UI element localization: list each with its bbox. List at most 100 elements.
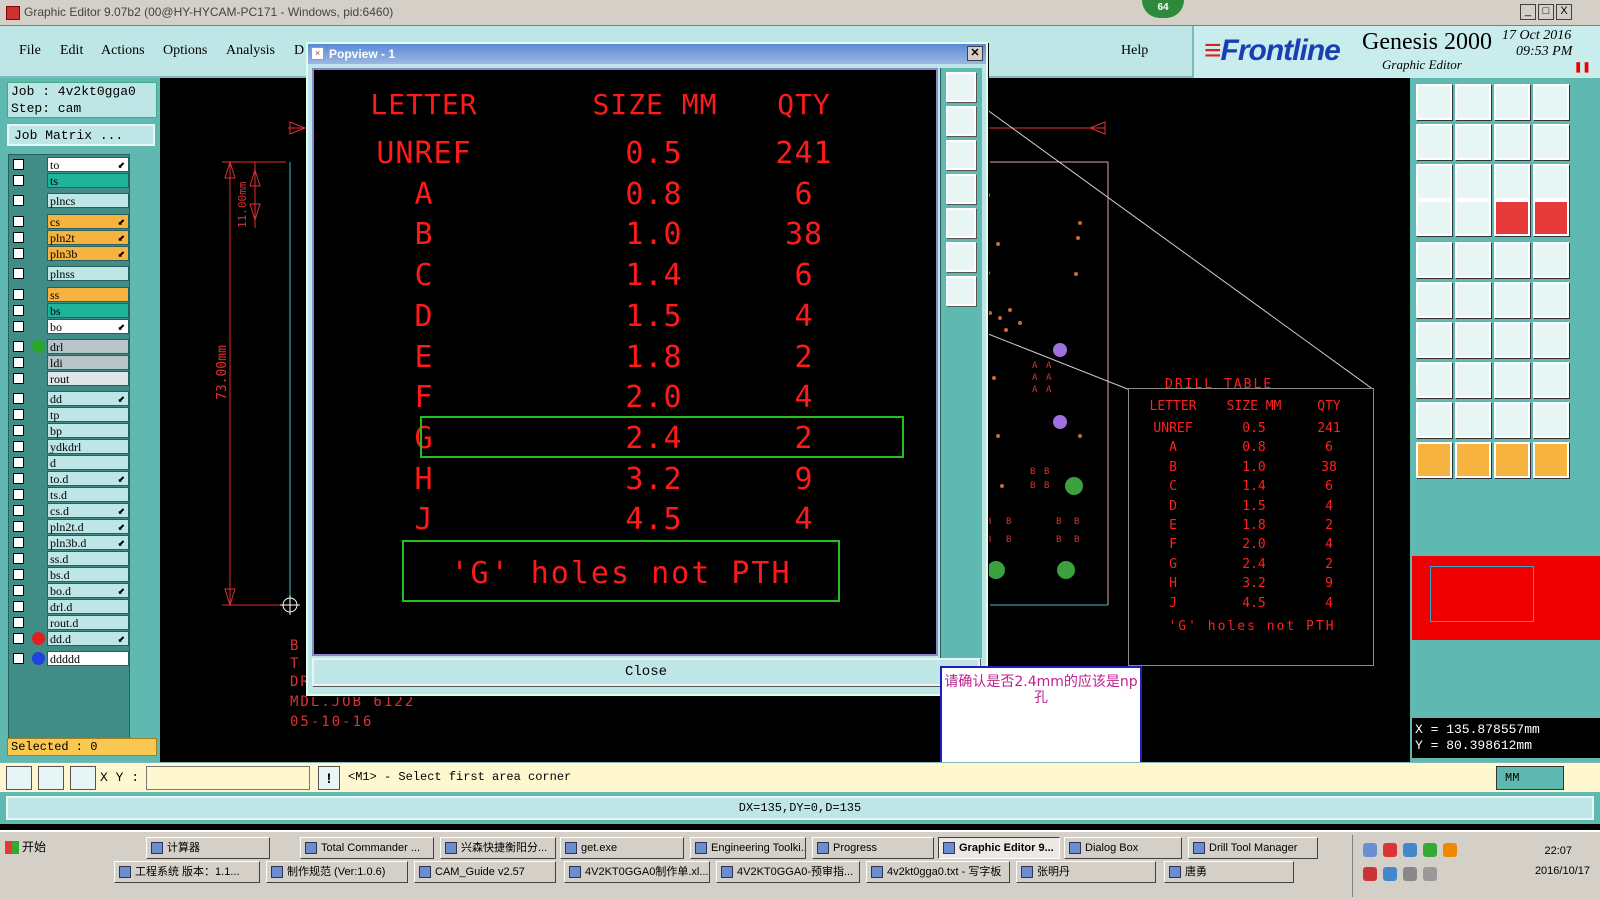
layer-row[interactable]: cs ⬋ xyxy=(11,214,129,229)
popview-up-icon[interactable] xyxy=(946,106,976,136)
layer-row[interactable]: pln3b ⬋ xyxy=(11,246,129,261)
layer-name[interactable]: plnss xyxy=(47,266,129,281)
move-icon[interactable] xyxy=(1494,282,1530,318)
layer-checkbox[interactable] xyxy=(13,357,24,368)
layer-checkbox[interactable] xyxy=(13,489,24,500)
layer-checkbox[interactable] xyxy=(13,393,24,404)
layer-checkbox[interactable] xyxy=(13,159,24,170)
layer-row[interactable]: bo ⬋ xyxy=(11,319,129,334)
ruler-icon[interactable] xyxy=(1494,242,1530,278)
layer-checkbox[interactable] xyxy=(13,601,24,612)
layer-name[interactable]: dd.d ⬋ xyxy=(47,631,129,646)
popview-close-button[interactable]: Close xyxy=(312,658,980,686)
layer-name[interactable]: to.d ⬋ xyxy=(47,471,129,486)
layer-name[interactable]: pln2t.d ⬋ xyxy=(47,519,129,534)
layer-checkbox[interactable] xyxy=(13,653,24,664)
layer-row[interactable]: ss xyxy=(11,287,129,302)
popview-zoom-icon[interactable] xyxy=(946,276,976,306)
layer-checkbox[interactable] xyxy=(13,216,24,227)
layer-checkbox[interactable] xyxy=(13,457,24,468)
center-icon[interactable] xyxy=(1455,164,1491,200)
layer-row[interactable]: bs.d xyxy=(11,567,129,582)
record-icon[interactable] xyxy=(1416,242,1452,278)
layer-name[interactable]: ts.d xyxy=(47,487,129,502)
maximize-button[interactable]: □ xyxy=(1538,4,1554,20)
tray-date[interactable]: 2016/10/17 xyxy=(1535,865,1590,877)
menu-analysis[interactable]: Analysis xyxy=(226,43,275,59)
taskbar-button[interactable]: 兴森快捷衡阳分... xyxy=(440,837,556,859)
layer-row[interactable]: bp xyxy=(11,423,129,438)
taskbar-button[interactable]: 4V2KT0GGA0制作单.xl... xyxy=(564,861,710,883)
menu-d[interactable]: D xyxy=(294,43,304,59)
layer-name[interactable]: ts xyxy=(47,173,129,188)
layer-row[interactable]: drl.d xyxy=(11,599,129,614)
layer-row[interactable]: to.d ⬋ xyxy=(11,471,129,486)
net-icon[interactable] xyxy=(1494,200,1530,236)
snap-cross-icon[interactable] xyxy=(1455,282,1491,318)
popview-down-icon[interactable] xyxy=(946,140,976,170)
link-icon[interactable] xyxy=(1416,200,1452,236)
layer-name[interactable]: dd ⬋ xyxy=(47,391,129,406)
popview-zoom-fit-icon[interactable] xyxy=(946,242,976,272)
job-matrix-button[interactable]: Job Matrix ... xyxy=(7,124,155,146)
layer-name[interactable]: ss.d xyxy=(47,551,129,566)
antivirus-icon[interactable] xyxy=(1363,867,1377,881)
dot-icon[interactable] xyxy=(1533,242,1569,278)
layer-checkbox[interactable] xyxy=(13,521,24,532)
layer-name[interactable]: ddddd xyxy=(47,651,129,666)
layer-row[interactable]: dd ⬋ xyxy=(11,391,129,406)
warning-icon[interactable]: ! xyxy=(318,766,340,790)
drag-icon[interactable] xyxy=(1533,282,1569,318)
resize-icon[interactable] xyxy=(1494,362,1530,398)
menu-help[interactable]: Help xyxy=(1121,43,1148,59)
layer-name[interactable]: ydkdrl xyxy=(47,439,129,454)
window-icon[interactable] xyxy=(1533,84,1569,120)
layer-row[interactable]: plnss xyxy=(11,266,129,281)
taskbar-button[interactable]: Progress xyxy=(812,837,934,859)
taskbar-button[interactable]: get.exe xyxy=(560,837,684,859)
select-box-icon[interactable] xyxy=(1455,442,1491,478)
layer-name[interactable]: cs.d ⬋ xyxy=(47,503,129,518)
minus-icon[interactable] xyxy=(1455,362,1491,398)
layer-row[interactable]: rout xyxy=(11,371,129,386)
layer-name[interactable]: ss xyxy=(47,287,129,302)
volume-icon[interactable] xyxy=(1403,867,1417,881)
layer-row[interactable]: pln3b.d ⬋ xyxy=(11,535,129,550)
frame-icon[interactable] xyxy=(1455,242,1491,278)
layer-name[interactable]: tp xyxy=(47,407,129,422)
layer-checkbox[interactable] xyxy=(13,175,24,186)
bluetooth-icon[interactable] xyxy=(1403,843,1417,857)
pad-icon[interactable] xyxy=(1416,362,1452,398)
network-icon[interactable] xyxy=(1363,843,1377,857)
layers-icon[interactable] xyxy=(1533,124,1569,160)
menu-edit[interactable]: Edit xyxy=(60,43,83,59)
fit-icon[interactable] xyxy=(1416,164,1452,200)
shield-icon[interactable] xyxy=(1423,843,1437,857)
select-net-icon[interactable] xyxy=(1533,442,1569,478)
menu-file[interactable]: File xyxy=(19,43,41,59)
rotate-icon[interactable] xyxy=(1494,322,1530,358)
layer-name[interactable]: to ⬋ xyxy=(47,157,129,172)
open-icon[interactable] xyxy=(1416,84,1452,120)
popview-right-icon[interactable] xyxy=(946,208,976,238)
layer-name[interactable]: cs ⬋ xyxy=(47,214,129,229)
taskbar-button[interactable]: 4V2KT0GGA0-预审指... xyxy=(716,861,860,883)
layer-row[interactable]: ldi xyxy=(11,355,129,370)
layer-checkbox[interactable] xyxy=(13,617,24,628)
layer-name[interactable]: d xyxy=(47,455,129,470)
select-poly-icon[interactable] xyxy=(1494,442,1530,478)
popview-copy-icon[interactable] xyxy=(946,72,976,102)
layer-row[interactable]: bo.d ⬋ xyxy=(11,583,129,598)
start-button[interactable]: 开始 xyxy=(2,837,50,859)
layer-name[interactable]: drl.d xyxy=(47,599,129,614)
taskbar-button[interactable]: Dialog Box xyxy=(1064,837,1182,859)
mirror-icon[interactable] xyxy=(1533,322,1569,358)
layer-row[interactable]: ydkdrl xyxy=(11,439,129,454)
pause-icon[interactable]: ❚❚ xyxy=(1574,62,1591,73)
taskbar-button[interactable]: Total Commander ... xyxy=(300,837,434,859)
layer-row[interactable]: tp xyxy=(11,407,129,422)
layer-name[interactable]: rout xyxy=(47,371,129,386)
layer-name[interactable]: bo ⬋ xyxy=(47,319,129,334)
step-icon[interactable] xyxy=(1494,124,1530,160)
taskbar-button[interactable]: Engineering Toolki... xyxy=(690,837,806,859)
